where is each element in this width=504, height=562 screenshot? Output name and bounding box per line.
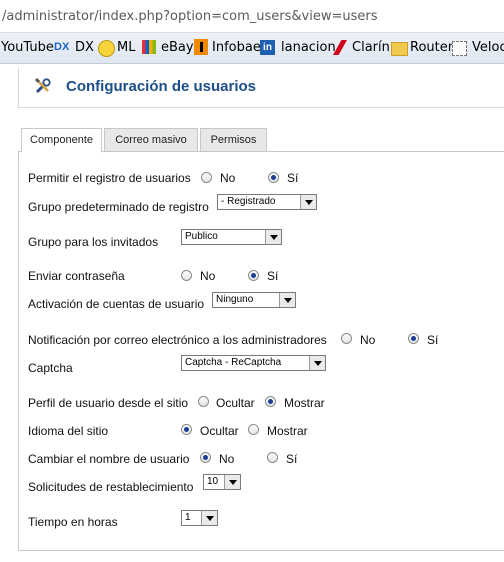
address-bar[interactable]: /administrator/index.php?option=com_user… [0, 0, 504, 33]
bookmark-ebay[interactable]: eBay [161, 40, 194, 55]
bookmark-youtube[interactable]: YouTube [1, 40, 54, 55]
tiempo-select[interactable]: 1 [181, 510, 218, 526]
registro-no-radio[interactable] [201, 172, 212, 183]
folder-icon [391, 42, 408, 56]
chevron-down-icon[interactable] [265, 230, 281, 244]
solicitudes-label: Solicitudes de restablecimiento [28, 480, 194, 494]
solicitudes-value: 10 [207, 476, 219, 487]
perfil-mostrar-radio[interactable] [265, 396, 276, 407]
cambiar-si-label[interactable]: Sí [286, 452, 297, 466]
infobae-icon [194, 39, 208, 55]
registro-si-label[interactable]: Sí [287, 171, 298, 185]
registro-si-radio[interactable] [268, 172, 279, 183]
grupo-invitados-select[interactable]: Publico [181, 229, 282, 245]
captcha-select[interactable]: Captcha - ReCaptcha [181, 355, 326, 371]
activacion-label: Activación de cuentas de usuario [28, 297, 205, 311]
ebay-icon [142, 40, 156, 54]
bookmark-router[interactable]: Router [410, 40, 453, 55]
tiempo-value: 1 [185, 512, 191, 523]
cambiar-no-radio[interactable] [200, 452, 211, 463]
grupo-invitados-value: Publico [185, 231, 218, 242]
idioma-mostrar-label[interactable]: Mostrar [267, 424, 308, 438]
mercadolibre-icon [98, 40, 115, 57]
url-text[interactable]: /administrator/index.php?option=com_user… [2, 9, 378, 24]
bookmarks-bar: YouTube DX DX ML eBay Infobae in lanacio… [0, 33, 504, 64]
bookmark-veloci[interactable]: Veloci [472, 40, 504, 55]
activacion-value: Ninguno [216, 294, 254, 305]
captcha-value: Captcha - ReCaptcha [185, 357, 282, 368]
enviar-si-label[interactable]: Sí [267, 269, 278, 283]
bookmark-lanacion[interactable]: lanacion [281, 40, 336, 55]
idioma-mostrar-radio[interactable] [248, 424, 259, 435]
registro-no-label[interactable]: No [220, 171, 235, 185]
page-title: Configuración de usuarios [66, 78, 257, 95]
bookmark-infobae[interactable]: Infobae [212, 40, 261, 55]
grupo-invitados-label: Grupo para los invitados [28, 235, 159, 249]
bookmark-ml[interactable]: ML [117, 40, 135, 55]
page-header: Configuración de usuarios [18, 67, 504, 108]
page-icon [452, 41, 467, 56]
enviar-no-label[interactable]: No [200, 269, 215, 283]
idioma-ocultar-label[interactable]: Ocultar [200, 424, 239, 438]
solicitudes-select[interactable]: 10 [203, 474, 241, 490]
bookmark-dx[interactable]: DX [75, 40, 94, 55]
tab-correo-masivo[interactable]: Correo masivo [104, 128, 198, 152]
enviar-si-radio[interactable] [248, 270, 259, 281]
tab-permisos[interactable]: Permisos [200, 128, 267, 152]
dx-icon: DX [54, 41, 70, 53]
registro-label: Permitir el registro de usuarios [28, 171, 191, 185]
grupo-registro-label: Grupo predeterminado de registro [28, 200, 209, 214]
activacion-select[interactable]: Ninguno [212, 292, 296, 308]
idioma-ocultar-radio[interactable] [181, 424, 192, 435]
tiempo-label: Tiempo en horas [28, 515, 118, 529]
tab-componente[interactable]: Componente [21, 128, 102, 153]
cambiar-nombre-label: Cambiar el nombre de usuario [28, 452, 190, 466]
perfil-label: Perfil de usuario desde el sitio [28, 396, 189, 410]
perfil-ocultar-radio[interactable] [198, 396, 209, 407]
linkedin-icon: in [260, 40, 275, 55]
bookmark-clarin[interactable]: Clarín [352, 40, 390, 55]
cambiar-si-radio[interactable] [267, 452, 278, 463]
notificacion-si-label[interactable]: Sí [427, 333, 438, 347]
enviar-contrasena-label: Enviar contraseña [28, 269, 125, 283]
chevron-down-icon[interactable] [224, 475, 240, 489]
notificacion-label: Notificación por correo electrónico a lo… [28, 333, 327, 347]
notificacion-no-label[interactable]: No [360, 333, 375, 347]
notificacion-si-radio[interactable] [408, 333, 419, 344]
chevron-down-icon[interactable] [279, 293, 295, 307]
chevron-down-icon[interactable] [201, 511, 217, 525]
tools-icon [34, 77, 51, 94]
cambiar-no-label[interactable]: No [219, 452, 234, 466]
idioma-label: Idioma del sitio [28, 424, 109, 438]
chevron-down-icon[interactable] [309, 356, 325, 370]
perfil-ocultar-label[interactable]: Ocultar [216, 396, 255, 410]
grupo-registro-value: - Registrado [221, 196, 276, 207]
chevron-down-icon[interactable] [300, 195, 316, 209]
enviar-no-radio[interactable] [181, 270, 192, 281]
captcha-label: Captcha [28, 361, 73, 375]
notificacion-no-radio[interactable] [341, 333, 352, 344]
perfil-mostrar-label[interactable]: Mostrar [284, 396, 325, 410]
grupo-registro-select[interactable]: - Registrado [217, 194, 317, 210]
